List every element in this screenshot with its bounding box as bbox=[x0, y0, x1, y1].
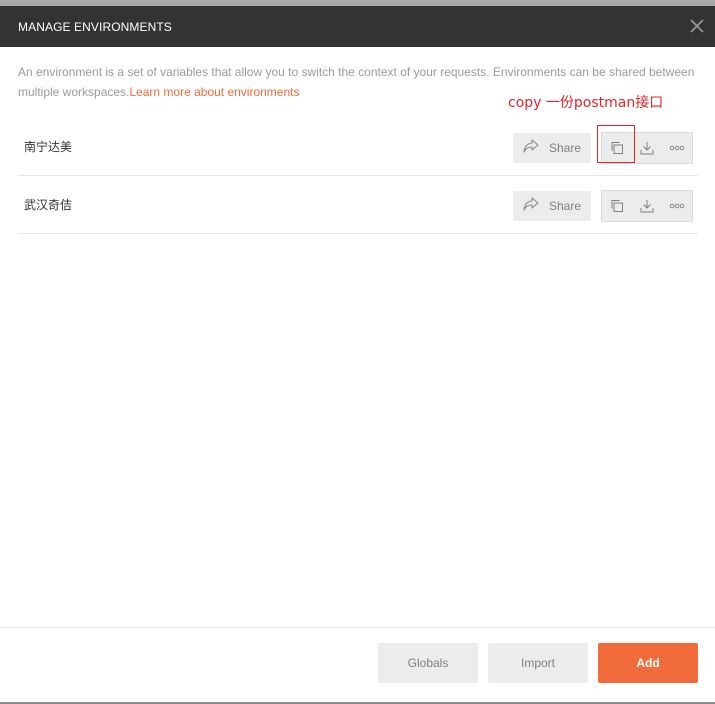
modal-footer: Globals Import Add bbox=[0, 627, 715, 704]
share-icon bbox=[523, 196, 539, 216]
close-icon[interactable] bbox=[689, 18, 705, 34]
environment-row: 南宁达美 Share bbox=[18, 118, 698, 176]
more-icon[interactable] bbox=[662, 133, 692, 163]
annotation-text: copy 一份postman接口 bbox=[508, 95, 664, 111]
share-button[interactable]: Share bbox=[513, 191, 591, 221]
environment-name[interactable]: 南宁达美 bbox=[24, 118, 72, 176]
duplicate-icon[interactable] bbox=[602, 191, 632, 221]
environment-row: 武汉奇佶 Share bbox=[18, 176, 698, 234]
learn-more-link[interactable]: Learn more about environments bbox=[129, 85, 299, 99]
add-button[interactable]: Add bbox=[598, 643, 698, 683]
annotation-highlight-box bbox=[597, 125, 635, 163]
download-icon[interactable] bbox=[632, 191, 662, 221]
download-icon[interactable] bbox=[632, 133, 662, 163]
modal-header: MANAGE ENVIRONMENTS bbox=[0, 6, 715, 47]
share-label: Share bbox=[549, 199, 582, 213]
environment-actions bbox=[601, 190, 693, 222]
share-label: Share bbox=[549, 141, 582, 155]
modal-title: MANAGE ENVIRONMENTS bbox=[18, 19, 172, 34]
share-button[interactable]: Share bbox=[513, 133, 591, 163]
share-icon bbox=[523, 138, 539, 158]
import-button[interactable]: Import bbox=[488, 643, 588, 683]
globals-button[interactable]: Globals bbox=[378, 643, 478, 683]
environment-name[interactable]: 武汉奇佶 bbox=[24, 176, 72, 234]
more-icon[interactable] bbox=[662, 191, 692, 221]
